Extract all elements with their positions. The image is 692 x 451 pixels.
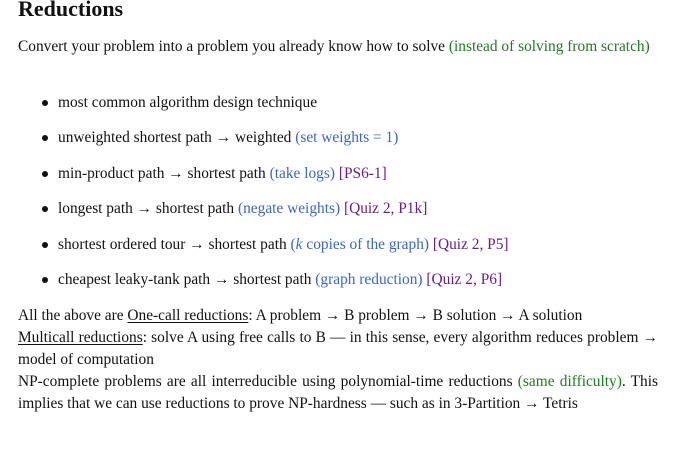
bullet-icon [42,241,48,248]
bullet-main: cheapest leaky-tank path → shortest path [58,270,316,288]
one-call-rest: : A problem → B problem → B solution → A… [248,307,583,324]
bullet-icon [42,206,48,213]
bullet-note: (k copies of the graph) [290,235,430,253]
multicall-term: Multicall reductions [18,329,143,346]
bullet-main: most common algorithm design technique [58,94,318,111]
bullet-note-variable: k [295,235,303,253]
bullet-main: min-product path → shortest path [58,164,270,182]
np-paragraph: NP-complete problems are all interreduci… [18,371,658,415]
bullet-note: (negate weights) [237,200,341,218]
bullet-icon [42,276,48,283]
bullet-icon [42,135,48,142]
np-note: (same difficulty) [517,373,622,390]
list-item: unweighted shortest path → weighted (set… [18,127,658,162]
bullet-note-text: copies of the graph) [302,235,430,253]
list-item: shortest ordered tour → shortest path (k… [18,234,658,269]
bullet-note: (take logs) [269,164,335,182]
page-title: Reductions [18,0,124,21]
one-call-term: One-call reductions [127,307,249,324]
list-item: most common algorithm design technique [18,92,658,127]
list-item: min-product path → shortest path (take l… [18,163,658,198]
bullet-icon [42,170,48,177]
reduction-examples-list: most common algorithm design technique u… [18,92,658,304]
one-call-prefix: All the above are [18,307,128,324]
list-item: cheapest leaky-tank path → shortest path… [18,269,658,304]
list-item: longest path → shortest path (negate wei… [18,198,658,233]
intro-note: (instead of solving from scratch) [448,38,650,55]
bullet-ref: [PS6-1] [334,164,387,182]
bullet-icon [42,100,48,106]
one-call-paragraph: All the above are One-call reductions: A… [18,305,658,327]
np-text-1: NP-complete problems are all interreduci… [18,373,518,390]
bullet-main: shortest ordered tour → shortest path [58,235,291,253]
intro-text: Convert your problem into a problem you … [18,38,449,55]
bullet-ref: [Quiz 2, P1k] [340,200,428,218]
bullet-ref: [Quiz 2, P5] [429,235,509,253]
bullet-note: (graph reduction) [315,270,423,288]
bullet-note: (set weights = 1) [295,129,399,147]
intro-paragraph: Convert your problem into a problem you … [18,36,658,58]
bullet-ref: [Quiz 2, P6] [422,270,503,288]
multicall-paragraph: Multicall reductions: solve A using free… [18,327,658,371]
bullet-main: longest path → shortest path [58,200,238,218]
page: Reductions Convert your problem into a p… [0,0,692,451]
bullet-main: unweighted shortest path → weighted [58,129,296,147]
